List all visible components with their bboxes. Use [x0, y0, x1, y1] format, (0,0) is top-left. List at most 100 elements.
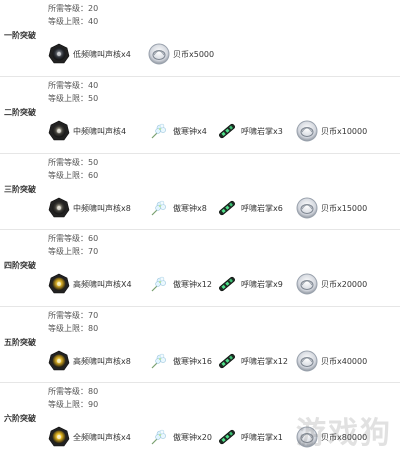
required-level: 所需等级：80 [48, 385, 98, 398]
tier-row: 所需等级：50 等级上限：60 三阶突破 中频啸叫声核x8 傲寒钟x8 呼啸岩掌x6 贝币x… [0, 153, 400, 229]
material-item[interactable]: 傲寒钟x4 [148, 119, 207, 143]
level-cap: 等级上限：60 [48, 169, 98, 182]
frost-flower-icon [148, 197, 170, 219]
material-item[interactable]: 傲寒钟x16 [148, 349, 212, 373]
frost-flower-icon [148, 120, 170, 142]
material-item[interactable]: 高频啸叫声核X4 [48, 272, 132, 296]
required-level-label: 所需等级： [48, 158, 88, 167]
material-label: 傲寒钟x16 [173, 356, 212, 366]
level-cap-value: 50 [88, 94, 99, 103]
tier-name: 一阶突破 [4, 31, 36, 40]
required-level: 所需等级：40 [48, 79, 98, 92]
mid-freq-core-icon [48, 120, 70, 142]
material-item[interactable]: 呼啸岩掌x3 [216, 119, 283, 143]
frost-flower-icon [148, 273, 170, 295]
level-cap: 等级上限：70 [48, 245, 98, 258]
level-cap-label: 等级上限： [48, 247, 88, 256]
tier-row: 所需等级：80 等级上限：90 六阶突破 全频啸叫声核x4 傲寒钟x20 呼啸岩掌x1 贝币… [0, 382, 400, 458]
required-level-value: 20 [88, 4, 99, 13]
material-item[interactable]: 贝币x5000 [148, 42, 214, 66]
material-label: 傲寒钟x4 [173, 126, 207, 136]
material-item[interactable]: 贝币x10000 [296, 119, 367, 143]
material-item[interactable]: 中频啸叫声核x8 [48, 196, 131, 220]
material-label: 中频啸叫声核4 [73, 126, 127, 136]
tier-row: 所需等级：60 等级上限：70 四阶突破 高频啸叫声核X4 傲寒钟x12 呼啸岩掌x9 贝币… [0, 229, 400, 305]
high-freq-core-icon [48, 273, 70, 295]
material-label: 贝币x80000 [321, 432, 368, 442]
shell-coin-icon [296, 120, 318, 142]
required-level-value: 80 [88, 387, 99, 396]
material-item[interactable]: 呼啸岩掌x9 [216, 272, 283, 296]
tier-name: 四阶突破 [4, 261, 36, 270]
material-item[interactable]: 呼啸岩掌x12 [216, 349, 288, 373]
shell-coin-icon [296, 350, 318, 372]
material-item[interactable]: 傲寒钟x12 [148, 272, 212, 296]
required-level-label: 所需等级： [48, 234, 88, 243]
required-level-value: 70 [88, 311, 99, 320]
level-cap-label: 等级上限： [48, 171, 88, 180]
required-level-label: 所需等级： [48, 81, 88, 90]
rock-tube-icon [216, 197, 238, 219]
material-label: 全频啸叫声核x4 [73, 432, 131, 442]
rock-tube-icon [216, 350, 238, 372]
level-cap: 等级上限：90 [48, 398, 98, 411]
material-label: 低频啸叫声核x4 [73, 49, 131, 59]
level-cap-label: 等级上限： [48, 400, 88, 409]
level-cap: 等级上限：50 [48, 92, 98, 105]
material-label: 贝币x15000 [321, 203, 368, 213]
rock-tube-icon [216, 426, 238, 448]
level-cap-label: 等级上限： [48, 324, 88, 333]
material-label: 贝币x5000 [173, 49, 215, 59]
tier-name: 五阶突破 [4, 338, 36, 347]
material-item[interactable]: 呼啸岩掌x1 [216, 425, 283, 449]
material-item[interactable]: 中频啸叫声核4 [48, 119, 126, 143]
material-label: 高频啸叫声核X4 [73, 279, 132, 289]
level-cap: 等级上限：80 [48, 322, 98, 335]
rock-tube-icon [216, 120, 238, 142]
material-item[interactable]: 全频啸叫声核x4 [48, 425, 131, 449]
material-item[interactable]: 低频啸叫声核x4 [48, 42, 131, 66]
level-cap-label: 等级上限： [48, 17, 88, 26]
required-level-label: 所需等级： [48, 311, 88, 320]
material-item[interactable]: 呼啸岩掌x6 [216, 196, 283, 220]
material-item[interactable]: 贝币x40000 [296, 349, 367, 373]
high-freq-core-icon [48, 350, 70, 372]
material-item[interactable]: 傲寒钟x20 [148, 425, 212, 449]
tier-name: 六阶突破 [4, 414, 36, 423]
material-item[interactable]: 傲寒钟x8 [148, 196, 207, 220]
level-cap-value: 80 [88, 324, 99, 333]
material-label: 呼啸岩掌x1 [241, 432, 283, 442]
level-cap-value: 90 [88, 400, 99, 409]
material-label: 呼啸岩掌x6 [241, 203, 283, 213]
material-label: 傲寒钟x20 [173, 432, 212, 442]
level-cap: 等级上限：40 [48, 15, 98, 28]
frost-flower-icon [148, 426, 170, 448]
material-label: 傲寒钟x12 [173, 279, 212, 289]
required-level-label: 所需等级： [48, 387, 88, 396]
required-level-value: 40 [88, 81, 99, 90]
material-item[interactable]: 贝币x15000 [296, 196, 367, 220]
material-label: 高频啸叫声核x8 [73, 356, 131, 366]
level-cap-value: 70 [88, 247, 99, 256]
rock-tube-icon [216, 273, 238, 295]
material-label: 呼啸岩掌x3 [241, 126, 283, 136]
material-label: 贝币x10000 [321, 126, 368, 136]
material-label: 中频啸叫声核x8 [73, 203, 131, 213]
shell-coin-icon [296, 197, 318, 219]
shell-coin-icon [148, 43, 170, 65]
tier-row: 所需等级：20 等级上限：40 一阶突破低频啸叫声核x4 贝币x5000 [0, 0, 400, 76]
material-item[interactable]: 贝币x80000 [296, 425, 367, 449]
tier-row: 所需等级：70 等级上限：80 五阶突破 高频啸叫声核x8 傲寒钟x16 呼啸岩掌x12 贝… [0, 306, 400, 382]
required-level-value: 60 [88, 234, 99, 243]
tier-name: 二阶突破 [4, 108, 36, 117]
level-cap-value: 60 [88, 171, 99, 180]
material-item[interactable]: 高频啸叫声核x8 [48, 349, 131, 373]
required-level: 所需等级：70 [48, 309, 98, 322]
required-level: 所需等级：20 [48, 2, 98, 15]
required-level: 所需等级：50 [48, 156, 98, 169]
material-label: 呼啸岩掌x9 [241, 279, 283, 289]
material-label: 呼啸岩掌x12 [241, 356, 288, 366]
material-item[interactable]: 贝币x20000 [296, 272, 367, 296]
tier-row: 所需等级：40 等级上限：50 二阶突破 中频啸叫声核4 傲寒钟x4 呼啸岩掌x3 贝币x1… [0, 76, 400, 152]
material-label: 傲寒钟x8 [173, 203, 207, 213]
